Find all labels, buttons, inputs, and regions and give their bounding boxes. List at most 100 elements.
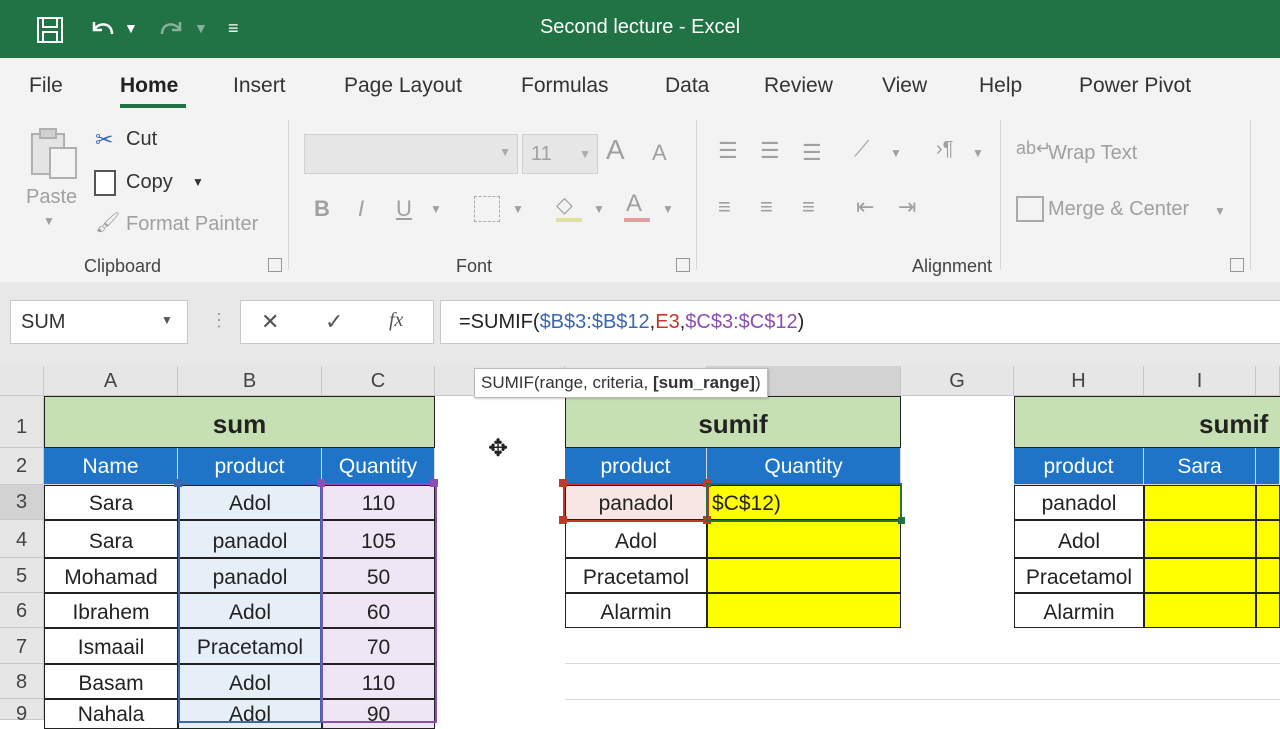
wrap-text-button[interactable]: Wrap Text: [1048, 142, 1137, 165]
table-cell[interactable]: [1256, 558, 1280, 593]
table3-header-sara[interactable]: Sara: [1144, 448, 1256, 485]
range-handle[interactable]: [559, 479, 567, 487]
tab-insert[interactable]: Insert: [233, 74, 286, 98]
borders-icon[interactable]: [474, 196, 500, 222]
table3-header-extra[interactable]: [1256, 448, 1280, 485]
range-handle[interactable]: [317, 479, 325, 487]
merge-center-button[interactable]: Merge & Center: [1048, 198, 1189, 221]
table1-header-quantity[interactable]: Quantity: [322, 448, 435, 485]
clipboard-launcher-icon[interactable]: [268, 258, 282, 272]
bottom-align-icon[interactable]: ☰: [802, 140, 822, 166]
row-header-6[interactable]: 6: [0, 593, 44, 628]
underline-button[interactable]: U: [396, 196, 412, 222]
shrink-font-button[interactable]: A: [652, 140, 667, 166]
tab-view[interactable]: View: [882, 74, 927, 98]
insert-function-icon[interactable]: fx: [389, 309, 403, 332]
underline-dropdown-icon[interactable]: ▼: [430, 202, 442, 216]
text-direction-dropdown-icon[interactable]: ▼: [972, 146, 984, 160]
font-name-select[interactable]: ▼: [304, 134, 518, 174]
table-cell[interactable]: panadol: [1014, 485, 1144, 520]
table-cell[interactable]: [707, 558, 901, 593]
table-cell[interactable]: Mohamad: [44, 558, 178, 593]
column-header-c[interactable]: C: [322, 366, 435, 396]
tab-power-pivot[interactable]: Power Pivot: [1079, 74, 1191, 98]
copy-button[interactable]: Copy: [126, 171, 173, 194]
table-cell[interactable]: Alarmin: [565, 593, 707, 628]
table-cell[interactable]: [707, 593, 901, 628]
font-color-dropdown-icon[interactable]: ▼: [662, 202, 674, 216]
range-handle[interactable]: [559, 516, 567, 524]
middle-align-icon[interactable]: ☰: [760, 138, 780, 164]
table1-header-product[interactable]: product: [178, 448, 322, 485]
table-cell[interactable]: Adol: [1014, 520, 1144, 558]
enter-icon[interactable]: ✓: [325, 309, 343, 335]
tab-help[interactable]: Help: [979, 74, 1022, 98]
decrease-indent-icon[interactable]: ⇤: [856, 194, 874, 220]
tab-page-layout[interactable]: Page Layout: [344, 74, 462, 98]
table-cell[interactable]: Basam: [44, 664, 178, 699]
chevron-down-icon[interactable]: ▼: [161, 313, 173, 327]
table2-header-product[interactable]: product: [565, 448, 707, 485]
orientation-icon[interactable]: ⟋: [854, 136, 869, 162]
table2-header-quantity[interactable]: Quantity: [707, 448, 901, 485]
table3-title[interactable]: sumif: [1014, 396, 1280, 448]
column-header-i[interactable]: I: [1144, 366, 1256, 396]
column-header-a[interactable]: A: [44, 366, 178, 396]
table1-header-name[interactable]: Name: [44, 448, 178, 485]
table-cell[interactable]: [1144, 593, 1256, 628]
font-launcher-icon[interactable]: [676, 258, 690, 272]
formula-input[interactable]: =SUMIF($B$3:$B$12,E3,$C$3:$C$12): [440, 300, 1280, 344]
column-header-h[interactable]: H: [1014, 366, 1144, 396]
tab-formulas[interactable]: Formulas: [521, 74, 609, 98]
row-header-4[interactable]: 4: [0, 520, 44, 558]
range-handle[interactable]: [430, 479, 438, 487]
table-cell[interactable]: [1256, 520, 1280, 558]
table-cell[interactable]: [707, 520, 901, 558]
row-header-3[interactable]: 3: [0, 485, 44, 520]
align-center-icon[interactable]: ≡: [760, 194, 773, 220]
increase-indent-icon[interactable]: ⇥: [898, 194, 916, 220]
row-header-2[interactable]: 2: [0, 448, 44, 485]
grow-font-button[interactable]: A: [606, 134, 625, 166]
row-header-9[interactable]: 9: [0, 699, 44, 725]
select-all-button[interactable]: [0, 366, 44, 396]
column-header-j[interactable]: [1256, 366, 1280, 396]
table-cell[interactable]: Ibrahem: [44, 593, 178, 628]
table-cell[interactable]: Pracetamol: [565, 558, 707, 593]
table-cell[interactable]: Alarmin: [1014, 593, 1144, 628]
table1-title[interactable]: sum: [44, 396, 435, 448]
bold-button[interactable]: B: [314, 196, 330, 222]
align-right-icon[interactable]: ≡: [802, 194, 815, 220]
range-handle[interactable]: [174, 479, 182, 487]
column-header-b[interactable]: B: [178, 366, 322, 396]
tab-review[interactable]: Review: [764, 74, 833, 98]
table-cell[interactable]: [1144, 520, 1256, 558]
table-cell[interactable]: Adol: [565, 520, 707, 558]
tab-data[interactable]: Data: [665, 74, 709, 98]
column-header-g[interactable]: G: [901, 366, 1014, 396]
table-cell[interactable]: Ismaail: [44, 628, 178, 664]
paste-button[interactable]: Paste: [26, 186, 77, 209]
copy-dropdown-icon[interactable]: ▼: [192, 175, 204, 189]
table-cell[interactable]: [1256, 593, 1280, 628]
font-size-select[interactable]: 11 ▼: [522, 134, 598, 174]
table-cell[interactable]: [1256, 485, 1280, 520]
table3-header-product[interactable]: product: [1014, 448, 1144, 485]
cancel-icon[interactable]: ✕: [261, 309, 279, 335]
merge-dropdown-icon[interactable]: ▼: [1214, 204, 1226, 218]
row-header-8[interactable]: 8: [0, 664, 44, 699]
row-header-7[interactable]: 7: [0, 628, 44, 664]
name-box[interactable]: SUM ▼: [10, 300, 188, 344]
table2-title[interactable]: sumif: [565, 396, 901, 448]
table-cell[interactable]: Sara: [44, 485, 178, 520]
tab-home[interactable]: Home: [120, 74, 178, 98]
table-cell[interactable]: [1144, 485, 1256, 520]
font-color-icon[interactable]: A: [626, 190, 642, 218]
cut-button[interactable]: Cut: [126, 128, 157, 151]
align-left-icon[interactable]: ≡: [718, 194, 731, 220]
fill-color-dropdown-icon[interactable]: ▼: [593, 202, 605, 216]
table-cell[interactable]: Sara: [44, 520, 178, 558]
paste-dropdown-icon[interactable]: ▼: [43, 214, 55, 228]
fill-handle[interactable]: [898, 517, 905, 524]
orientation-dropdown-icon[interactable]: ▼: [890, 146, 902, 160]
